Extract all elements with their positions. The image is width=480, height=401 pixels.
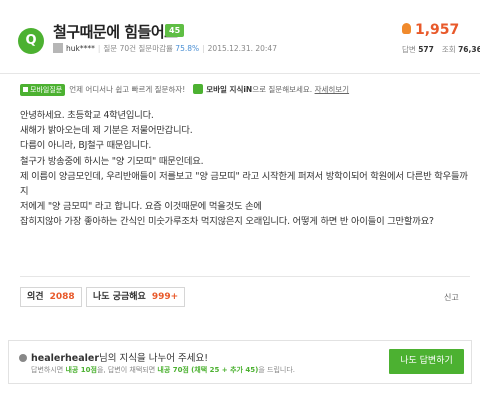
answers-label: 답변 [402, 45, 416, 54]
question-stats: 답변 577 조회 76,366 [402, 44, 480, 55]
views-label: 조회 [441, 45, 456, 54]
body-line: 철구가 방송중에 하시는 "양 기모띠" 때문인데요. [20, 155, 204, 167]
body-line: 제 이름이 양금모인데, 우리반애들이 저를보고 "양 금모띠" 라고 시작한게… [20, 170, 468, 198]
prompt-suffix: 님의 지식을 나누어 주세요! [99, 353, 209, 364]
notice-text: 언제 어디서나 쉽고 빠르게 질문하자! [69, 85, 186, 94]
curious-count: 999+ [151, 292, 179, 302]
knowledge-in-app-icon [193, 84, 204, 94]
question-badge: Q [18, 28, 44, 54]
deadline-label: 질문 70건 질문마감률 [103, 44, 173, 53]
reward-text: 을 드립니다. [258, 366, 296, 374]
author-name[interactable]: huk**** [66, 44, 95, 53]
opinion-label: 의견 [27, 292, 44, 302]
user-dot-icon [19, 354, 27, 362]
current-user: healerhealer [31, 353, 100, 364]
answers-count: 577 [418, 45, 434, 54]
deadline-rate: 75.8% [175, 44, 200, 53]
question-header: Q 철구때문에 힘들어요 45 huk**** | 질문 70건 질문마감률 75.… [0, 0, 480, 74]
notice-detail-link[interactable]: 자세히보기 [315, 85, 350, 94]
title-count-badge: 45 [165, 24, 185, 37]
meta-separator: | [97, 44, 101, 53]
mobile-notice: 모바일질문 언제 어디서나 쉽고 빠르게 질문하자! 모바일 지식iN으로 질문해보… [20, 84, 470, 98]
question-body: 안녕하세요. 초등학교 4학년입니다. 새해가 밝아오는데 제 기분은 저물어만… [20, 108, 472, 230]
curious-label: 나도 궁금해요 [93, 292, 146, 302]
reward-points-select: 내공 70점 [157, 366, 189, 374]
reward-text: 답변하시면 [31, 366, 64, 374]
body-line: 안녕하세요. 초등학교 4학년입니다. [20, 110, 154, 121]
points-value: 1,957 [415, 22, 460, 38]
write-answer-button[interactable]: 나도 답변하기 [389, 349, 464, 374]
meta-separator: | [202, 44, 205, 53]
answer-prompt: healerhealer님의 지식을 나누어 주세요! [19, 350, 208, 364]
user-avatar-icon [53, 43, 63, 53]
reward-breakdown: (채택 25 + 추가 45) [191, 366, 259, 374]
reward-points-answer: 내공 10점 [65, 366, 97, 374]
curious-button[interactable]: 나도 궁금해요 999+ [86, 287, 186, 307]
opinion-count: 2088 [49, 292, 75, 302]
question-meta: huk**** | 질문 70건 질문마감률 75.8% | 2015.12.31. 2… [53, 43, 277, 54]
answer-prompt-box: healerhealer님의 지식을 나누어 주세요! 답변하시면 내공 10점… [8, 340, 472, 384]
notice-text-2: 으로 질문해보세요. [252, 85, 313, 94]
divider [20, 276, 470, 277]
reward-text: 을, 답변이 채택되면 [96, 366, 156, 374]
opinion-button[interactable]: 의견 2088 [20, 287, 82, 307]
coin-icon [402, 23, 411, 34]
body-line: 다름이 아니라, BJ철구 때문입니다. [20, 140, 152, 152]
body-line: 새해가 밝아오는데 제 기분은 저물어만갑니다. [20, 125, 193, 137]
notice-brand: 모바일 지식iN [206, 85, 253, 94]
mobile-icon [23, 87, 28, 92]
report-link[interactable]: 신고 [444, 292, 459, 303]
mobile-tag-label: 모바일질문 [30, 86, 63, 94]
question-date: 2015.12.31. 20:47 [207, 44, 277, 53]
mobile-question-tag: 모바일질문 [20, 84, 66, 96]
body-line: 잡히지않아 가장 좋아하는 간식인 미숫가루조차 먹지않은지 오래입니다. 어떻… [20, 216, 434, 228]
points-display: 1,957 [402, 22, 459, 38]
views-count: 76,366 [458, 45, 480, 54]
body-line: 저에게 "양 금모띠" 라고 합니다. 요즘 이것때문에 먹을것도 손에 [20, 201, 262, 213]
answer-reward-info: 답변하시면 내공 10점을, 답변이 채택되면 내공 70점 (채택 25 + … [31, 365, 295, 375]
question-title: 철구때문에 힘들어요 [53, 23, 178, 41]
